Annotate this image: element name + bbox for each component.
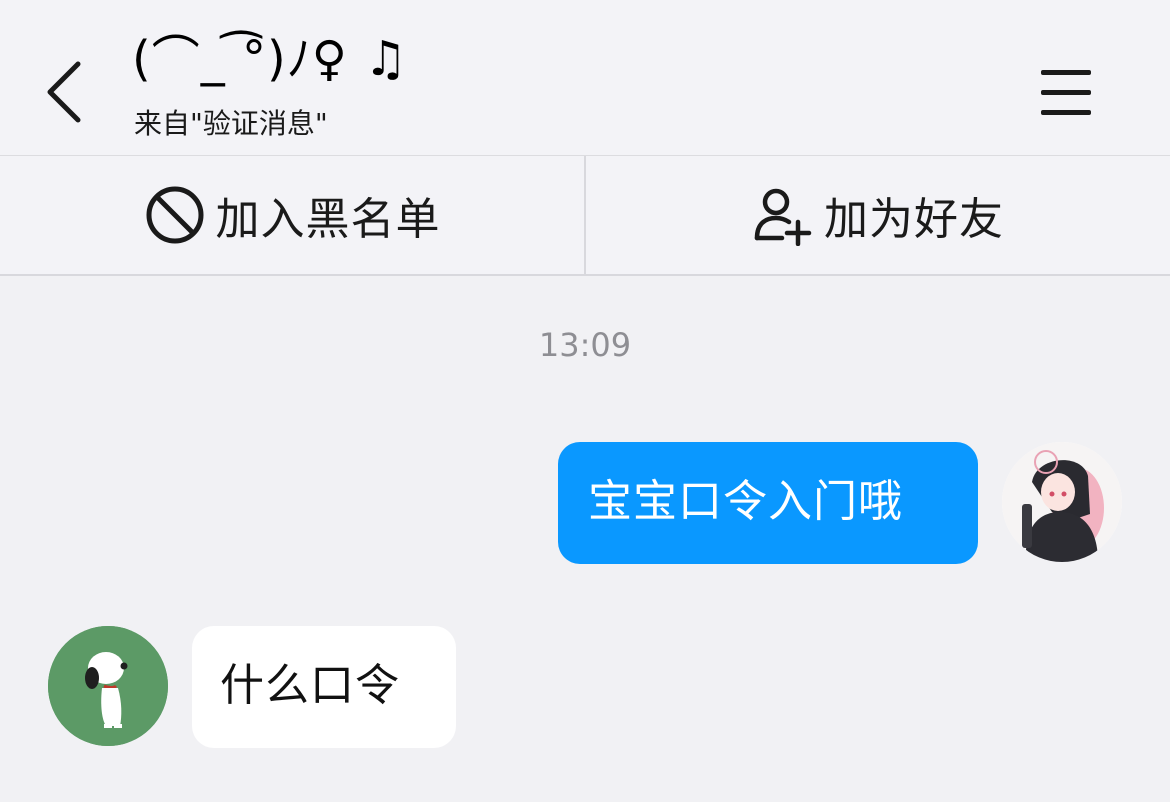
add-friend-button[interactable]: 加为好友 (586, 156, 1170, 274)
add-to-blacklist-button[interactable]: 加入黑名单 (0, 156, 584, 274)
block-icon (146, 186, 203, 244)
add-friend-label: 加为好友 (824, 194, 1004, 245)
my-avatar[interactable] (1002, 442, 1122, 562)
menu-button[interactable] (1038, 68, 1094, 118)
stranger-action-bar: 加入黑名单 加为好友 (0, 156, 1170, 276)
contact-name: (⌒_ ͡°)ﾉ♀ ♫ (132, 31, 409, 87)
peer-avatar[interactable] (48, 626, 168, 746)
nav-header: (⌒_ ͡°)ﾉ♀ ♫ 来自"验证消息" (0, 0, 1170, 156)
hamburger-menu-icon (1041, 70, 1091, 115)
back-button[interactable] (40, 58, 90, 128)
message-timestamp: 13:09 (538, 326, 632, 364)
incoming-message-bubble[interactable]: 什么口令 (192, 626, 456, 748)
contact-source: 来自"验证消息" (134, 107, 328, 140)
chat-screen: (⌒_ ͡°)ﾉ♀ ♫ 来自"验证消息" 加入黑名单 加为好友 13:09 宝宝… (0, 0, 1170, 802)
cartoon-dog-avatar-image (48, 626, 168, 746)
add-to-blacklist-label: 加入黑名单 (215, 194, 441, 245)
outgoing-message-bubble[interactable]: 宝宝口令入门哦 (558, 442, 978, 564)
chevron-left-icon (47, 61, 81, 123)
add-user-icon (754, 188, 812, 246)
anime-girl-avatar-image (1002, 442, 1122, 562)
